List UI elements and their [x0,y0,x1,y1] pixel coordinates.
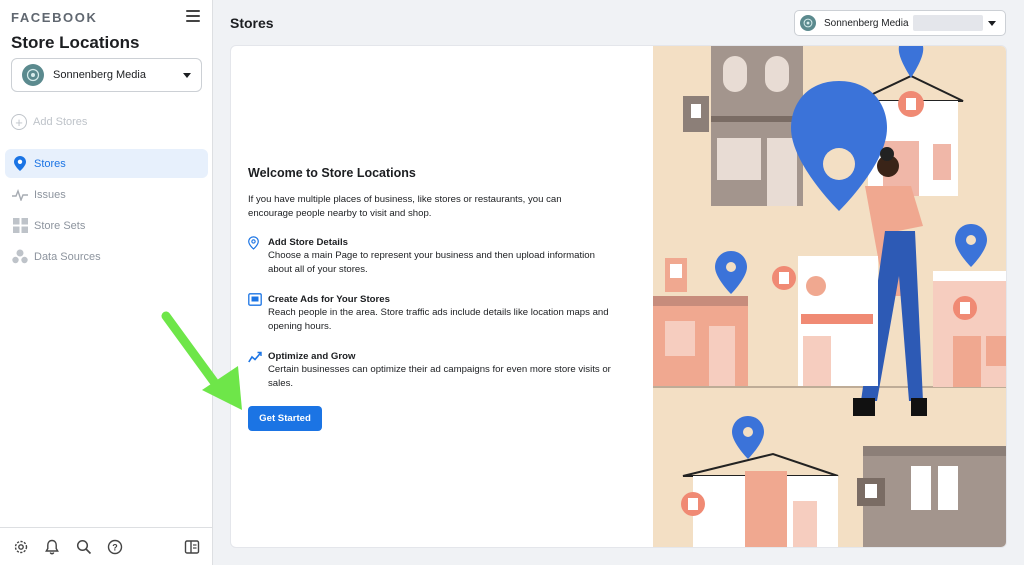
sidebar-item-label: Store Sets [34,219,86,232]
sidebar-item-label: Data Sources [34,250,101,263]
help-icon[interactable]: ? [107,539,123,555]
svg-text:?: ? [112,543,118,553]
chevron-down-icon [183,72,191,78]
welcome-title: Welcome to Store Locations [248,166,416,180]
panel-toggle-icon[interactable] [184,539,200,555]
pulse-icon [12,187,28,203]
data-sources-icon [12,249,28,265]
sidebar-item-stores[interactable]: Stores [5,149,208,178]
top-account-selector[interactable]: Sonnenberg Media [794,10,1006,36]
store-illustration [653,46,1006,547]
account-avatar [800,15,816,31]
grid-icon [12,218,28,234]
search-icon[interactable] [76,539,92,555]
location-pin-icon [12,156,28,172]
bell-icon[interactable] [44,539,60,555]
feature-desc: Choose a main Page to represent your bus… [268,250,595,275]
sidebar-item-issues[interactable]: Issues [5,180,208,209]
feature-add-store-details: Add Store Details Choose a main Page to … [248,236,618,277]
add-stores-button[interactable]: + Add Stores [11,114,87,130]
account-name: Sonnenberg Media [53,69,146,81]
account-avatar [22,64,44,86]
page-title: Stores [230,15,274,31]
sidebar: FACEBOOK Store Locations Sonnenberg Medi… [0,0,213,565]
feature-title: Create Ads for Your Stores [268,294,390,305]
location-pin-icon [248,236,262,250]
add-stores-label: Add Stores [33,116,88,128]
get-started-button[interactable]: Get Started [248,406,322,431]
ad-screen-icon [248,293,262,307]
redacted-text [912,15,983,31]
feature-optimize: Optimize and Grow Certain businesses can… [248,350,618,391]
menu-icon[interactable] [186,10,200,22]
sidebar-item-data-sources[interactable]: Data Sources [5,242,208,271]
account-logo-icon [803,18,813,28]
account-name: Sonnenberg Media [824,17,909,29]
feature-desc: Certain businesses can optimize their ad… [268,364,611,389]
feature-create-ads: Create Ads for Your Stores Reach people … [248,293,618,334]
welcome-intro: If you have multiple places of business,… [248,194,562,219]
trend-chart-icon [248,350,262,364]
welcome-content: Welcome to Store Locations If you have m… [231,46,653,547]
sidebar-item-label: Issues [34,188,66,201]
welcome-card: Welcome to Store Locations If you have m… [230,45,1007,548]
feature-title: Optimize and Grow [268,351,356,362]
app-title: Store Locations [11,33,140,52]
gear-icon[interactable] [13,539,29,555]
facebook-brand: FACEBOOK [11,10,98,25]
account-logo-icon [26,68,40,82]
sidebar-footer: ? [0,527,213,565]
annotation-arrow-icon [161,311,242,410]
account-selector[interactable]: Sonnenberg Media [11,58,202,92]
feature-desc: Reach people in the area. Store traffic … [268,307,609,332]
chevron-down-icon [988,20,996,26]
sidebar-item-store-sets[interactable]: Store Sets [5,211,208,240]
storefront-illustration [653,46,1006,547]
sidebar-nav: Stores Issues Store Sets Data Sources [5,149,208,273]
feature-title: Add Store Details [268,237,348,248]
sidebar-item-label: Stores [34,157,66,170]
plus-icon: + [11,114,27,130]
